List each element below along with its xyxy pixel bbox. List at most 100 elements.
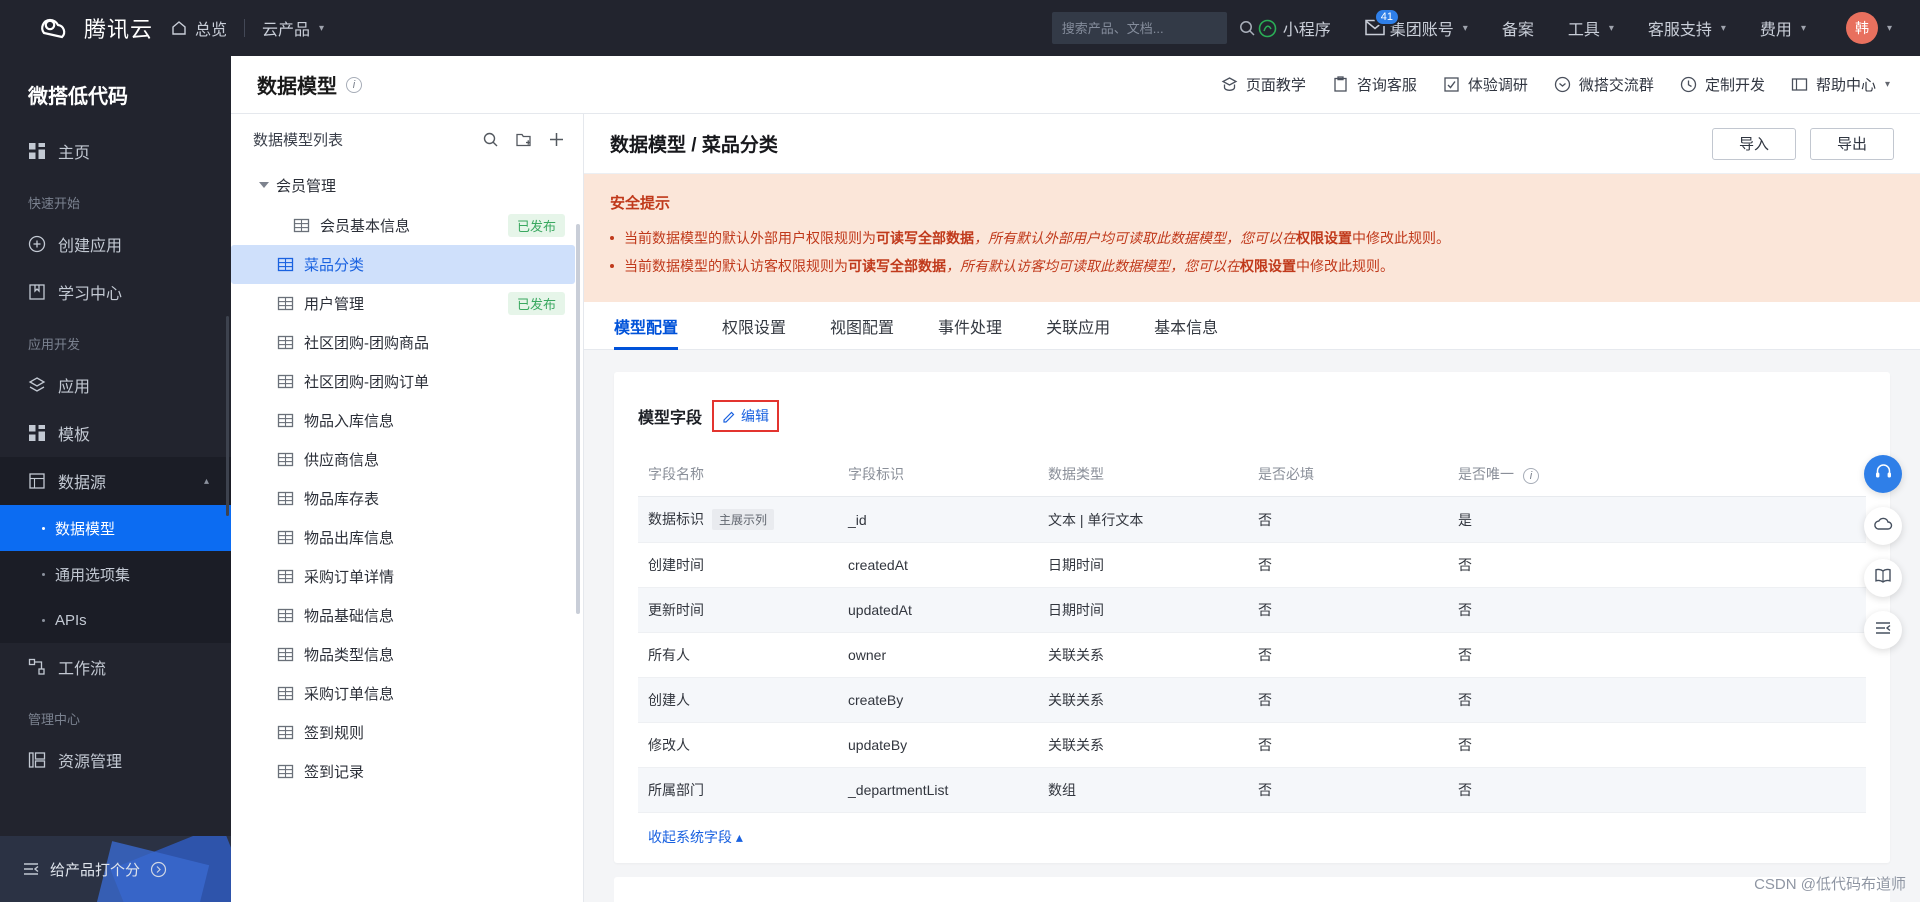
new-folder-icon[interactable] bbox=[515, 131, 532, 148]
tree-item[interactable]: 社区团购-团购订单 bbox=[231, 362, 575, 401]
tree-item[interactable]: 物品类型信息 bbox=[231, 635, 575, 674]
panel-toggle-button[interactable] bbox=[1864, 611, 1902, 649]
nav-group-account[interactable]: 41 集团账号 ▾ bbox=[1348, 0, 1485, 56]
table-icon bbox=[277, 373, 294, 390]
cloud-button[interactable] bbox=[1864, 507, 1902, 545]
tool-experience-survey-label: 体验调研 bbox=[1467, 77, 1528, 94]
tree-item[interactable]: 供应商信息 bbox=[231, 440, 575, 479]
field-required: 否 bbox=[1258, 737, 1272, 753]
nav-tools[interactable]: 工具 ▾ bbox=[1551, 0, 1631, 56]
tool-experience-survey[interactable]: 体验调研 bbox=[1443, 74, 1528, 95]
sidebar-item-apps[interactable]: 应用 bbox=[0, 361, 231, 409]
sidebar-item-workflow[interactable]: 工作流 bbox=[0, 643, 231, 691]
security-alert-line: 当前数据模型的默认外部用户权限规则为可读写全部数据，所有默认外部用户均可读取此数… bbox=[610, 226, 1894, 250]
page-subheader: 数据模型 i 页面教学 咨询客服 体验调研 微搭交流群 定制开发 帮助中心 ▾ bbox=[231, 56, 1920, 114]
tree-item-label: 供应商信息 bbox=[304, 452, 380, 469]
tab-5[interactable]: 基本信息 bbox=[1154, 302, 1218, 350]
collapse-system-fields-button[interactable]: 收起系统字段 ▴ bbox=[648, 829, 743, 845]
tab-0[interactable]: 模型配置 bbox=[614, 302, 679, 350]
tab-4[interactable]: 关联应用 bbox=[1046, 302, 1110, 350]
nav-support[interactable]: 客服支持 ▾ bbox=[1631, 0, 1743, 56]
tree-group-member-management[interactable]: 会员管理 bbox=[231, 164, 583, 206]
field-name: 所有人 bbox=[648, 647, 690, 663]
list-panel-scrollbar[interactable] bbox=[576, 224, 580, 614]
sidebar-item-datasource[interactable]: 数据源 ▴ bbox=[0, 457, 231, 505]
breadcrumb-bar: 数据模型 / 菜品分类 导入 导出 bbox=[584, 114, 1920, 174]
sidebar-item-learning-center[interactable]: 学习中心 bbox=[0, 268, 231, 316]
tree-item[interactable]: 菜品分类 bbox=[231, 245, 575, 284]
nav-miniprogram[interactable]: 小程序 bbox=[1241, 0, 1348, 56]
tree-item[interactable]: 物品出库信息 bbox=[231, 518, 575, 557]
rate-product-bar[interactable]: 给产品打个分 bbox=[0, 836, 231, 902]
import-button[interactable]: 导入 bbox=[1712, 127, 1796, 160]
tab-2[interactable]: 视图配置 bbox=[830, 302, 894, 350]
tree-group-label: 会员管理 bbox=[276, 177, 337, 195]
docs-button[interactable] bbox=[1864, 559, 1902, 597]
export-button[interactable]: 导出 bbox=[1810, 127, 1894, 160]
plus-icon[interactable] bbox=[548, 131, 565, 148]
table-row[interactable]: 创建人 createBy 关联关系 否 否 bbox=[638, 677, 1866, 723]
sidebar-item-apis[interactable]: APIs bbox=[0, 597, 231, 643]
search-icon[interactable] bbox=[1238, 19, 1256, 37]
table-row[interactable]: 修改人 updateBy 关联关系 否 否 bbox=[638, 722, 1866, 768]
tree-item[interactable]: 采购订单详情 bbox=[231, 557, 575, 596]
tree-item[interactable]: 用户管理 已发布 bbox=[231, 284, 575, 323]
nav-beian[interactable]: 备案 bbox=[1485, 0, 1551, 56]
search-input[interactable] bbox=[1061, 20, 1238, 36]
tree-item[interactable]: 物品库存表 bbox=[231, 479, 575, 518]
tree-item[interactable]: 采购订单信息 bbox=[231, 674, 575, 713]
table-row[interactable]: 所属部门 _departmentList 数组 否 否 bbox=[638, 767, 1866, 813]
edit-fields-button[interactable]: 编辑 bbox=[722, 406, 769, 426]
sidebar-item-templates-label: 模板 bbox=[58, 427, 91, 444]
tool-help-center[interactable]: 帮助中心 ▾ bbox=[1791, 74, 1890, 95]
nav-cloud-products[interactable]: 云产品 ▾ bbox=[245, 0, 341, 56]
nav-overview[interactable]: 总览 bbox=[153, 0, 244, 56]
tree-item[interactable]: 社区团购-团购商品 bbox=[231, 323, 575, 362]
tab-3[interactable]: 事件处理 bbox=[938, 302, 1002, 350]
info-icon[interactable]: i bbox=[1523, 468, 1539, 484]
sidebar-item-option-sets[interactable]: 通用选项集 bbox=[0, 551, 231, 597]
table-row[interactable]: 数据标识 主展示列 _id 文本 | 单行文本 否 是 bbox=[638, 496, 1866, 543]
brand[interactable]: 腾讯云 bbox=[34, 12, 153, 44]
nav-user-menu[interactable]: 韩 ▾ bbox=[1823, 0, 1920, 56]
table-row[interactable]: 所有人 owner 关联关系 否 否 bbox=[638, 632, 1866, 678]
tab-1[interactable]: 权限设置 bbox=[722, 302, 786, 350]
grid-icon bbox=[28, 424, 46, 442]
caret-up-icon: ▴ bbox=[735, 829, 743, 845]
global-search[interactable] bbox=[1051, 12, 1255, 44]
collapse-icon[interactable] bbox=[22, 860, 40, 878]
field-required: 否 bbox=[1258, 511, 1272, 528]
tree-item[interactable]: 物品入库信息 bbox=[231, 401, 575, 440]
sidebar-scrollbar[interactable] bbox=[226, 316, 229, 516]
mail-badge-wrap: 41 bbox=[1365, 8, 1401, 37]
tool-custom-dev[interactable]: 定制开发 bbox=[1680, 74, 1765, 95]
sidebar-item-data-model[interactable]: 数据模型 bbox=[0, 505, 231, 551]
tree-item[interactable]: 签到规则 bbox=[231, 713, 575, 752]
sidebar-item-home-label: 主页 bbox=[58, 145, 91, 162]
alert-line2-b2: 权限设置 bbox=[1240, 258, 1296, 274]
info-icon[interactable]: i bbox=[346, 76, 362, 93]
nav-billing[interactable]: 费用 ▾ bbox=[1743, 0, 1823, 56]
chevron-up-icon: ▴ bbox=[203, 475, 209, 487]
tool-community-group[interactable]: 微搭交流群 bbox=[1554, 74, 1654, 95]
tree-item[interactable]: 签到记录 bbox=[231, 752, 575, 791]
table-icon bbox=[293, 217, 310, 234]
column-header: 字段标识 bbox=[838, 452, 1038, 497]
table-cell: 否 bbox=[1248, 767, 1448, 813]
column-header: 是否必填 bbox=[1248, 452, 1448, 497]
support-headset-button[interactable] bbox=[1864, 455, 1902, 493]
tool-page-tutorial[interactable]: 页面教学 bbox=[1221, 74, 1306, 95]
search-icon[interactable] bbox=[482, 131, 499, 148]
avatar[interactable]: 韩 bbox=[1845, 12, 1878, 44]
sidebar-item-home[interactable]: 主页 bbox=[0, 127, 231, 175]
sidebar-item-resource-manage[interactable]: 资源管理 bbox=[0, 736, 231, 784]
table-row[interactable]: 更新时间 updatedAt 日期时间 否 否 bbox=[638, 587, 1866, 633]
tree-item[interactable]: 会员基本信息 已发布 bbox=[231, 206, 575, 245]
tree-item[interactable]: 物品基础信息 bbox=[231, 596, 575, 635]
tool-consult-support[interactable]: 咨询客服 bbox=[1332, 74, 1417, 95]
alert-line1-b2: 权限设置 bbox=[1296, 230, 1352, 246]
sidebar-item-templates[interactable]: 模板 bbox=[0, 409, 231, 457]
tree-item-label: 物品类型信息 bbox=[304, 647, 395, 664]
sidebar-item-create-app[interactable]: 创建应用 bbox=[0, 220, 231, 268]
table-row[interactable]: 创建时间 createdAt 日期时间 否 否 bbox=[638, 542, 1866, 588]
